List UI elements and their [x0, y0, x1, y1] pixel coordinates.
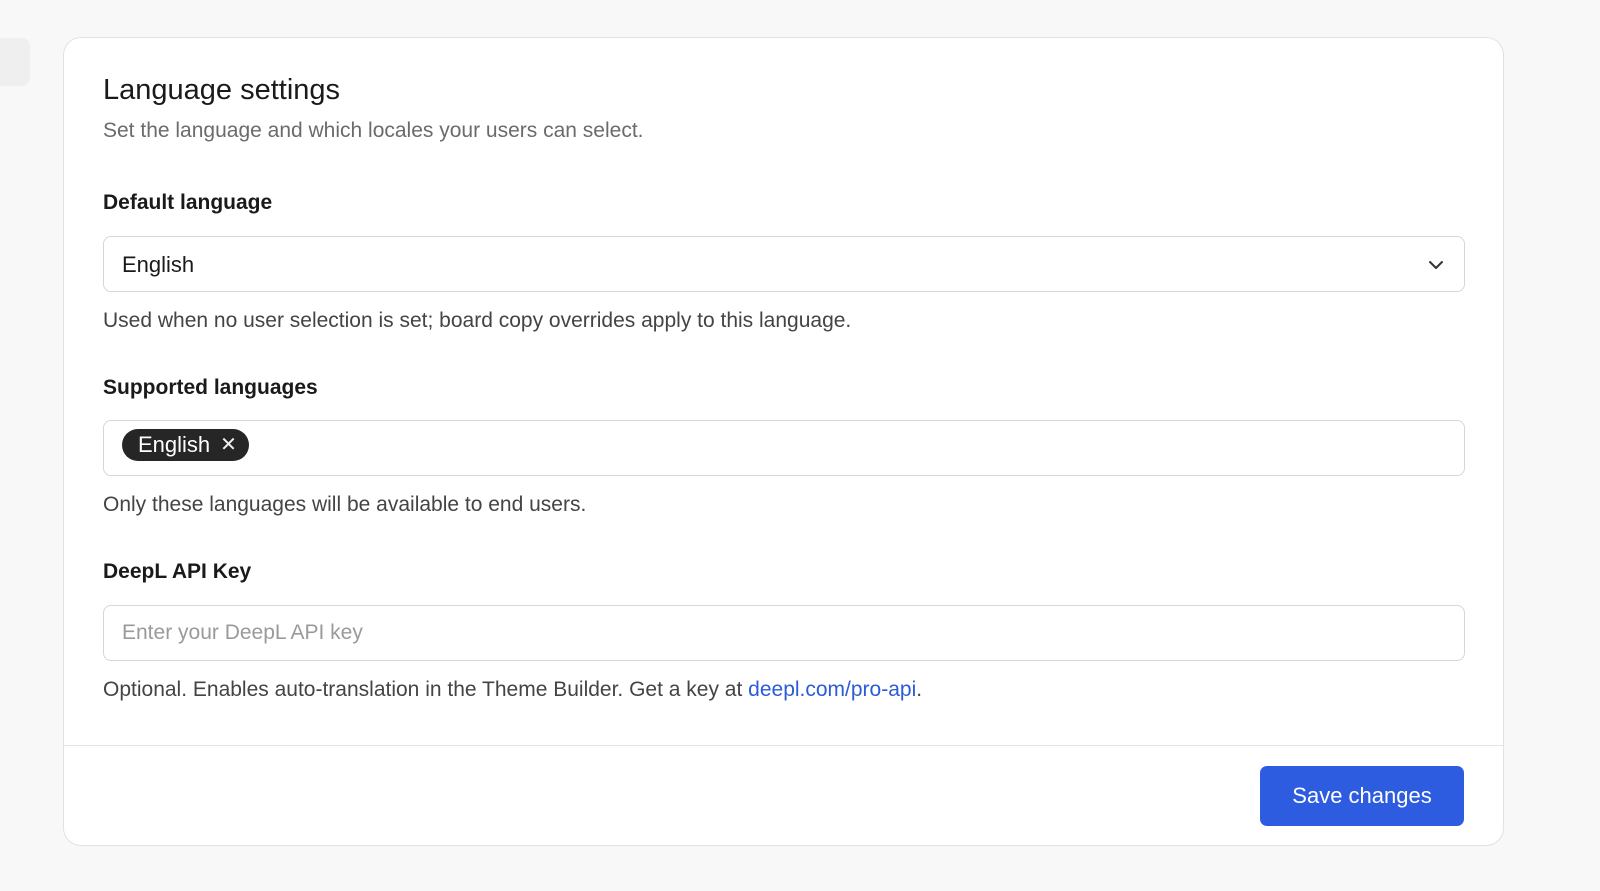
deepl-api-key-field	[103, 605, 1465, 661]
section-subtitle: Set the language and which locales your …	[103, 119, 644, 142]
deepl-api-key-help: Optional. Enables auto-translation in th…	[103, 678, 922, 702]
section-title: Language settings	[103, 74, 341, 106]
deepl-api-key-input[interactable]	[104, 606, 1464, 660]
save-button[interactable]: Save changes	[1260, 766, 1464, 826]
default-language-select[interactable]: English	[103, 236, 1465, 292]
footer-divider	[64, 745, 1503, 746]
supported-languages-help: Only these languages will be available t…	[103, 493, 587, 516]
supported-languages-multiselect[interactable]: English ✕	[103, 420, 1465, 476]
default-language-help: Used when no user selection is set; boar…	[103, 309, 852, 332]
deepl-help-text: Optional. Enables auto-translation in th…	[103, 678, 749, 701]
chevron-down-icon	[1429, 261, 1443, 269]
language-chip-english: English ✕	[122, 429, 249, 461]
deepl-help-suffix: .	[916, 678, 923, 701]
language-settings-card: Language settings Set the language and w…	[63, 37, 1504, 846]
chip-label: English	[138, 432, 211, 457]
deepl-pro-api-link[interactable]: deepl.com/pro-api	[748, 678, 916, 701]
deepl-api-key-label: DeepL API Key	[103, 560, 252, 583]
default-language-label: Default language	[103, 191, 273, 214]
sidebar-edge	[0, 38, 30, 86]
supported-languages-label: Supported languages	[103, 376, 318, 399]
default-language-value: English	[122, 252, 195, 277]
close-icon[interactable]: ✕	[220, 435, 237, 455]
